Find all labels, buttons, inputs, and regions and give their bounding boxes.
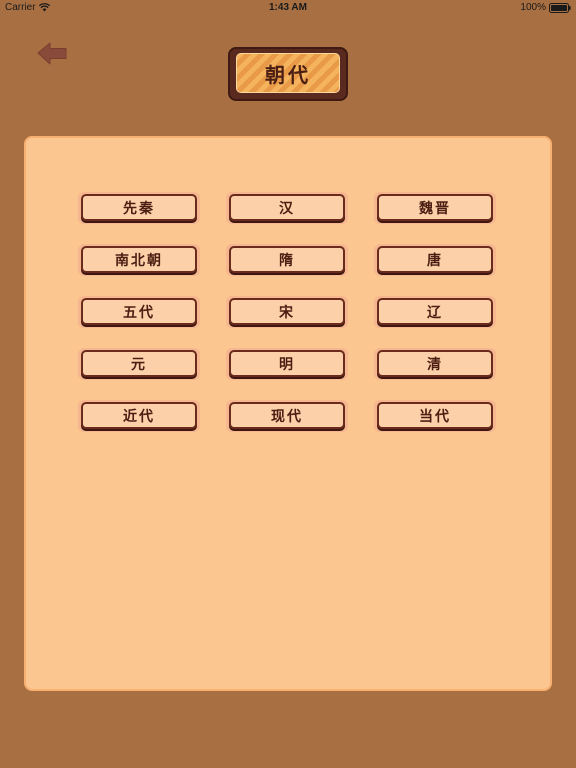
dynasty-button-qing[interactable]: 清	[374, 348, 496, 380]
page-title: 朝代	[265, 62, 311, 87]
dynasty-button-xiandai[interactable]: 现代	[226, 400, 348, 432]
dynasty-button-yuan[interactable]: 元	[78, 348, 200, 380]
dynasty-button-nanbeichao[interactable]: 南北朝	[78, 244, 200, 276]
dynasty-label: 五代	[123, 304, 155, 321]
dynasty-button-face: 现代	[229, 402, 345, 429]
dynasty-label: 元	[131, 356, 147, 373]
dynasty-button-face: 宋	[229, 298, 345, 325]
dynasty-button-face: 辽	[377, 298, 493, 325]
dynasty-label: 宋	[279, 304, 295, 321]
dynasty-button-face: 隋	[229, 246, 345, 273]
status-time: 1:43 AM	[269, 2, 307, 13]
dynasty-button-face: 五代	[81, 298, 197, 325]
dynasty-button-face: 南北朝	[81, 246, 197, 273]
dynasty-button-wudai[interactable]: 五代	[78, 296, 200, 328]
dynasty-button-face: 清	[377, 350, 493, 377]
dynasty-button-song[interactable]: 宋	[226, 296, 348, 328]
dynasty-button-han[interactable]: 汉	[226, 192, 348, 224]
battery-percent: 100%	[520, 2, 546, 13]
dynasty-button-face: 汉	[229, 194, 345, 221]
dynasty-button-face: 先秦	[81, 194, 197, 221]
status-right: 100%	[520, 2, 571, 13]
battery-icon	[549, 2, 571, 13]
dynasty-button-face: 近代	[81, 402, 197, 429]
dynasty-button-face: 明	[229, 350, 345, 377]
dynasty-label: 清	[427, 356, 443, 373]
dynasty-label: 当代	[419, 408, 451, 425]
dynasty-button-face: 元	[81, 350, 197, 377]
dynasty-label: 唐	[427, 252, 443, 269]
dynasty-button-face: 唐	[377, 246, 493, 273]
dynasty-label: 魏晋	[419, 200, 451, 217]
dynasty-button-liao[interactable]: 辽	[374, 296, 496, 328]
title-plate-inner: 朝代	[236, 53, 340, 93]
dynasty-button-dangdai[interactable]: 当代	[374, 400, 496, 432]
dynasty-button-tang[interactable]: 唐	[374, 244, 496, 276]
dynasty-button-xianqin[interactable]: 先秦	[78, 192, 200, 224]
back-button[interactable]	[36, 40, 70, 68]
dynasty-button-jindai[interactable]: 近代	[78, 400, 200, 432]
dynasty-label: 先秦	[123, 200, 155, 217]
title-plate: 朝代	[228, 47, 348, 101]
dynasty-label: 近代	[123, 408, 155, 425]
dynasty-label: 汉	[279, 200, 295, 217]
dynasty-button-ming[interactable]: 明	[226, 348, 348, 380]
dynasty-button-face: 当代	[377, 402, 493, 429]
dynasty-button-sui[interactable]: 隋	[226, 244, 348, 276]
dynasty-button-weijin[interactable]: 魏晋	[374, 192, 496, 224]
dynasty-button-face: 魏晋	[377, 194, 493, 221]
dynasty-label: 隋	[279, 252, 295, 269]
dynasty-label: 辽	[427, 304, 443, 321]
dynasty-label: 明	[279, 356, 295, 373]
dynasty-label: 南北朝	[115, 252, 163, 269]
dynasty-label: 现代	[271, 408, 303, 425]
status-bar: Carrier 1:43 AM 100%	[0, 0, 576, 16]
back-arrow-icon	[37, 42, 67, 65]
